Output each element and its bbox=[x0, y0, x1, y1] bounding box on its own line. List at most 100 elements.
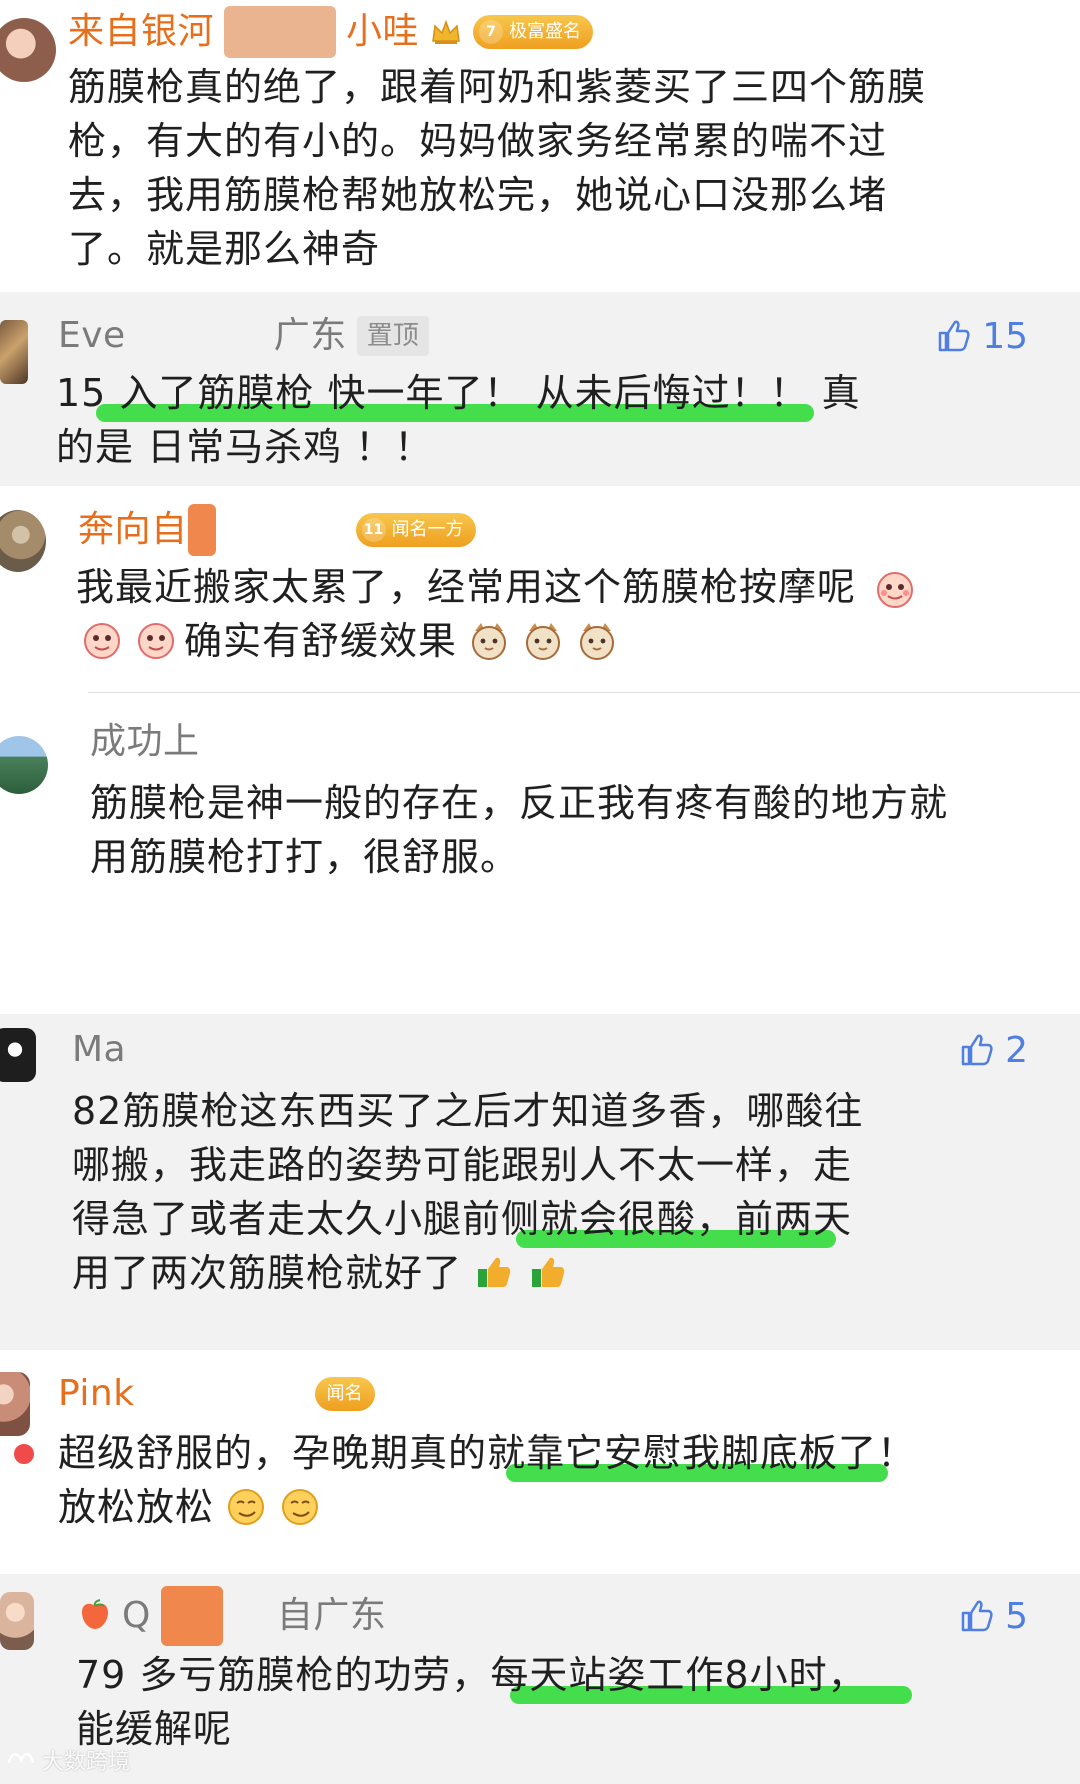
username-row: Ma bbox=[72, 1024, 126, 1076]
avatar-image bbox=[0, 510, 46, 572]
username[interactable]: Ma bbox=[72, 1024, 126, 1076]
peach-icon bbox=[78, 1599, 112, 1633]
like-button[interactable]: 2 bbox=[957, 1024, 1028, 1076]
sweat-face-icon bbox=[80, 619, 124, 663]
badge-text: 闻名 bbox=[326, 1383, 363, 1404]
avatar-image bbox=[0, 736, 48, 794]
comment-line: 放松放松 bbox=[58, 1480, 1040, 1534]
location-label: 广东 bbox=[273, 315, 347, 356]
username[interactable]: 奔向自 bbox=[78, 504, 188, 556]
username-row: Eve 广东 置顶 bbox=[58, 310, 429, 362]
comment-line: 哪搬，我走路的姿势可能跟别人不太一样，走 bbox=[72, 1143, 853, 1187]
comment-line: 确实有舒缓效果 bbox=[76, 614, 1040, 668]
avatar-image bbox=[0, 320, 28, 384]
username-row: Pink 闻名 bbox=[58, 1368, 375, 1420]
comment-line: 能缓解呢 bbox=[76, 1707, 233, 1751]
avatar-image bbox=[0, 1028, 36, 1082]
comment-text: 我最近搬家太累了，经常用这个筋膜枪按摩呢 确实有舒缓效果 bbox=[76, 560, 1040, 668]
cat-face-icon bbox=[521, 619, 565, 663]
username[interactable]: 成功上 bbox=[90, 716, 200, 768]
like-button[interactable]: 5 bbox=[957, 1590, 1028, 1642]
avatar[interactable] bbox=[0, 18, 56, 82]
username-redaction-white bbox=[215, 504, 346, 556]
avatar[interactable] bbox=[0, 1592, 34, 1650]
comment-item: Ma 2 82筋膜枪这东西买了之后才知道多香，哪酸往 哪搬，我走路的姿势可能跟别… bbox=[0, 1014, 1080, 1350]
avatar[interactable] bbox=[0, 320, 28, 384]
comment-line: 去，我用筋膜枪帮她放松完，她说心口没那么堵 bbox=[68, 173, 888, 217]
thumbs-up-emoji-icon bbox=[526, 1251, 570, 1295]
comment-line: 得急了或者走太久小腿前侧就会很酸，前两天 bbox=[72, 1192, 1040, 1248]
username-redaction bbox=[135, 310, 272, 362]
username[interactable]: Pink bbox=[58, 1368, 135, 1420]
comment-line: 用筋膜枪打打，很舒服。 bbox=[90, 835, 520, 879]
comment-line: 筋膜枪是神一般的存在，反正我有疼有酸的地方就 bbox=[90, 781, 949, 825]
comment-line: 79 多亏筋膜枪的功劳，每天站姿工作8小时， bbox=[76, 1648, 1040, 1704]
comment-line: 我最近搬家太累了，经常用这个筋膜枪按摩呢 bbox=[76, 560, 1040, 614]
username-redaction bbox=[187, 504, 216, 556]
comment-text: 筋膜枪是神一般的存在，反正我有疼有酸的地方就 用筋膜枪打打，很舒服。 bbox=[90, 776, 1040, 884]
comment-item: Eve 广东 置顶 15 15 入了筋膜枪 快一年了！ 从未后悔过！！ 真 的是… bbox=[0, 292, 1080, 486]
comment-line: 了。就是那么神奇 bbox=[68, 227, 381, 271]
username[interactable]: 来自银河 bbox=[68, 6, 214, 58]
comment-feed: 来自银河 小哇 7 极富盛名 筋膜枪真的绝了，跟着阿奶和紫菱买了三四个筋膜 枪，… bbox=[0, 0, 1080, 1784]
comment-item: Pink 闻名 超级舒服的，孕晚期真的就靠它安慰我脚底板了！ 放松放松 bbox=[0, 1350, 1080, 1574]
cat-face-icon bbox=[575, 619, 619, 663]
comment-line: 15 入了筋膜枪 快一年了！ 从未后悔过！！ 真 bbox=[56, 366, 1040, 422]
sweat-face-icon bbox=[134, 619, 178, 663]
comment-item: Q 自广东 5 79 多亏筋膜枪的功劳，每天站姿工作8小时， 能缓解呢 大数跨境 bbox=[0, 1574, 1080, 1784]
username-redaction bbox=[144, 1368, 305, 1420]
comment-line: 用了两次筋膜枪就好了 bbox=[72, 1246, 1040, 1300]
brand-logo-icon bbox=[6, 1750, 36, 1770]
username-row: 奔向自 11 闻名一方 bbox=[78, 504, 476, 556]
badge-text: 闻名一方 bbox=[391, 519, 464, 540]
username[interactable]: Q bbox=[122, 1590, 151, 1642]
divider bbox=[88, 692, 1080, 693]
comment-line: 枪，有大的有小的。妈妈做家务经常累的喘不过 bbox=[68, 119, 888, 163]
like-count: 15 bbox=[982, 315, 1028, 357]
avatar-image bbox=[0, 18, 56, 82]
fan-level-badge: 11 闻名一方 bbox=[355, 513, 476, 547]
pinned-badge: 置顶 bbox=[356, 316, 429, 356]
verified-icon bbox=[12, 1442, 36, 1466]
comment-text: 筋膜枪真的绝了，跟着阿奶和紫菱买了三四个筋膜 枪，有大的有小的。妈妈做家务经常累… bbox=[68, 60, 1040, 276]
cat-face-icon bbox=[467, 619, 511, 663]
smirk-face-icon bbox=[278, 1485, 322, 1529]
comment-text: 15 入了筋膜枪 快一年了！ 从未后悔过！！ 真 的是 日常马杀鸡 ！！ bbox=[56, 366, 1040, 474]
comment-text: 82筋膜枪这东西买了之后才知道多香，哪酸往 哪搬，我走路的姿势可能跟别人不太一样… bbox=[72, 1084, 1040, 1300]
comment-item: 来自银河 小哇 7 极富盛名 筋膜枪真的绝了，跟着阿奶和紫菱买了三四个筋膜 枪，… bbox=[0, 0, 1080, 292]
thumbs-up-icon bbox=[934, 317, 972, 355]
crown-icon bbox=[429, 17, 463, 47]
username[interactable]: Eve bbox=[58, 310, 126, 362]
thumbs-up-icon bbox=[957, 1597, 995, 1635]
username-suffix[interactable]: 小哇 bbox=[346, 6, 419, 58]
fan-level-badge: 7 极富盛名 bbox=[473, 15, 594, 49]
username-row: 成功上 bbox=[90, 716, 200, 768]
like-count: 5 bbox=[1005, 1595, 1028, 1637]
avatar-image bbox=[0, 1372, 30, 1436]
avatar[interactable] bbox=[0, 1028, 36, 1082]
username-redaction bbox=[160, 1586, 223, 1646]
comment-line: 的是 日常马杀鸡 ！！ bbox=[56, 425, 434, 469]
comment-text: 79 多亏筋膜枪的功劳，每天站姿工作8小时， 能缓解呢 bbox=[76, 1648, 1040, 1756]
username-row: 来自银河 小哇 7 极富盛名 bbox=[68, 6, 594, 58]
fan-level-badge: 闻名 bbox=[314, 1377, 375, 1411]
avatar[interactable] bbox=[0, 736, 48, 794]
comment-line: 筋膜枪真的绝了，跟着阿奶和紫菱买了三四个筋膜 bbox=[68, 65, 927, 109]
like-button[interactable]: 15 bbox=[934, 310, 1028, 362]
avatar[interactable] bbox=[0, 510, 46, 572]
username-row: Q 自广东 bbox=[78, 1586, 386, 1646]
sweat-face-icon bbox=[873, 568, 917, 612]
thumbs-up-icon bbox=[957, 1031, 995, 1069]
thumbs-up-emoji-icon bbox=[472, 1251, 516, 1295]
avatar-image bbox=[0, 1592, 34, 1650]
username-redaction bbox=[224, 6, 337, 58]
avatar[interactable] bbox=[0, 1372, 30, 1436]
like-count: 2 bbox=[1005, 1029, 1028, 1071]
comment-line: 82筋膜枪这东西买了之后才知道多香，哪酸往 bbox=[72, 1089, 864, 1133]
smirk-face-icon bbox=[224, 1485, 268, 1529]
badge-text: 极富盛名 bbox=[509, 21, 582, 42]
comment-item: 成功上 筋膜枪是神一般的存在，反正我有疼有酸的地方就 用筋膜枪打打，很舒服。 bbox=[0, 692, 1080, 888]
badge-number: 7 bbox=[479, 20, 504, 44]
comment-item: 奔向自 11 闻名一方 我最近搬家太累了，经常用这个筋膜枪按摩呢 确实有舒缓效果 bbox=[0, 486, 1080, 692]
badge-number: 11 bbox=[361, 518, 386, 542]
